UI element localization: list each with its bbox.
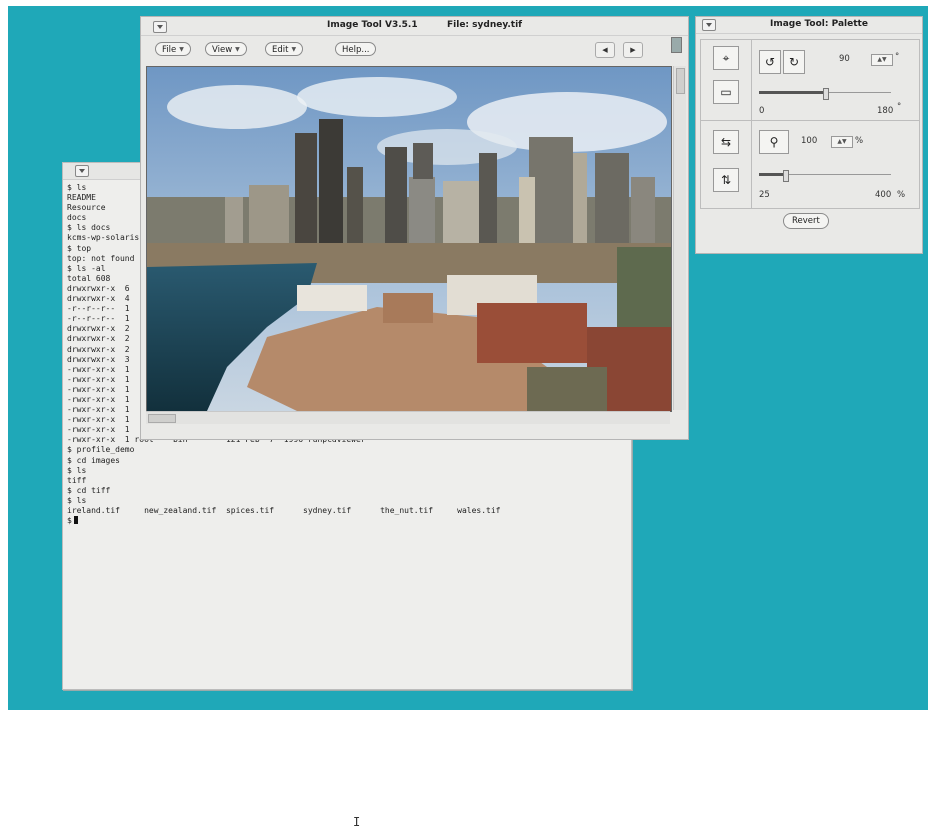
rotate-slider-thumb[interactable] [823,88,829,100]
rotate-max-label: 180 [877,106,894,116]
divider [701,120,919,121]
palette-titlebar[interactable]: Image Tool: Palette [696,17,922,34]
rotate-stepper[interactable]: ▲▼ [871,54,893,66]
image-tool-toolbar: File ▼ View ▼ Edit ▼ Help... ◀ ▶ [141,37,688,63]
terminal-line: $ ls [67,495,87,505]
terminal-line: tiff [67,475,87,485]
zoom-max-label: 400 [875,190,892,200]
rotate-slider-fill [759,91,825,94]
right-arrow-icon[interactable]: ▶ [623,42,643,58]
zoom-slider-fill [759,173,786,176]
rotate-left-icon[interactable]: ↺ [759,50,781,74]
window-menu-icon[interactable] [153,21,167,33]
terminal-line: $ cd tiff [67,485,111,495]
palette-controls: ⌖ ▭ ⇆ ⇅ ↺ ↻ 90 ▲▼ ° 0 180 ° ⚲ 100 ▲▼ % 2… [700,39,920,209]
scroll-thumb[interactable] [676,68,685,94]
file-menu-label: File [162,45,177,55]
block-cursor [73,516,78,525]
rotate-max-unit: ° [897,102,902,112]
crop-rectangle-icon[interactable]: ▭ [713,80,739,104]
resize-handle-icon[interactable] [671,37,682,53]
palette-title: Image Tool: Palette [770,19,868,29]
rotate-min-label: 0 [759,106,765,116]
zoom-min-label: 25 [759,190,770,200]
zoom-max-unit: % [897,190,906,200]
zoom-icon[interactable]: ⚲ [759,130,789,154]
chevron-down-icon: ▼ [235,46,240,53]
view-menu-button[interactable]: View ▼ [205,42,247,56]
zoom-stepper[interactable]: ▲▼ [831,136,853,148]
view-menu-label: View [212,45,233,55]
terminal-prompt-line[interactable]: $ [67,516,627,526]
zoom-value: 100 [801,136,818,146]
palette-tool-column: ⌖ ▭ ⇆ ⇅ [701,40,752,208]
window-menu-icon[interactable] [75,165,89,177]
revert-button[interactable]: Revert [783,213,829,229]
selection-tool-icon[interactable]: ⌖ [713,46,739,70]
left-arrow-icon[interactable]: ◀ [595,42,615,58]
image-canvas[interactable] [146,66,672,412]
vertical-scrollbar[interactable] [673,66,686,410]
rotate-right-icon[interactable]: ↻ [783,50,805,74]
edit-menu-button[interactable]: Edit ▼ [265,42,304,56]
help-button[interactable]: Help... [335,42,377,56]
terminal-line: ireland.tif new_zealand.tif spices.tif s… [67,506,501,515]
terminal-prompt: $ [67,516,72,526]
flip-horizontal-icon[interactable]: ⇆ [713,130,739,154]
flip-vertical-icon[interactable]: ⇅ [713,168,739,192]
image-tool-window[interactable]: Image Tool V3.5.1 File: sydney.tif File ▼… [140,16,689,440]
text-cursor-icon: I [353,815,361,829]
edit-menu-label: Edit [272,45,289,55]
rotate-unit: ° [895,52,900,62]
rotate-value: 90 [839,54,850,64]
image-tool-titlebar[interactable]: Image Tool V3.5.1 File: sydney.tif [141,17,688,36]
sydney-photo [147,67,671,411]
terminal-line: $ profile_demo [67,445,135,455]
scroll-thumb[interactable] [148,414,176,423]
file-name-label: File: sydney.tif [447,20,523,30]
file-menu-button[interactable]: File ▼ [155,42,191,56]
horizontal-scrollbar[interactable] [146,411,670,424]
palette-window[interactable]: Image Tool: Palette ⌖ ▭ ⇆ ⇅ ↺ ↻ 90 ▲▼ ° … [695,16,923,254]
chevron-down-icon: ▼ [291,46,297,53]
window-title: Image Tool V3.5.1 [327,20,418,30]
chevron-down-icon: ▼ [179,46,184,53]
window-menu-icon[interactable] [702,19,716,31]
terminal-line: $ ls [67,465,87,475]
zoom-unit: % [855,136,864,146]
zoom-slider-thumb[interactable] [783,170,790,182]
terminal-line: $ cd images [67,455,120,465]
